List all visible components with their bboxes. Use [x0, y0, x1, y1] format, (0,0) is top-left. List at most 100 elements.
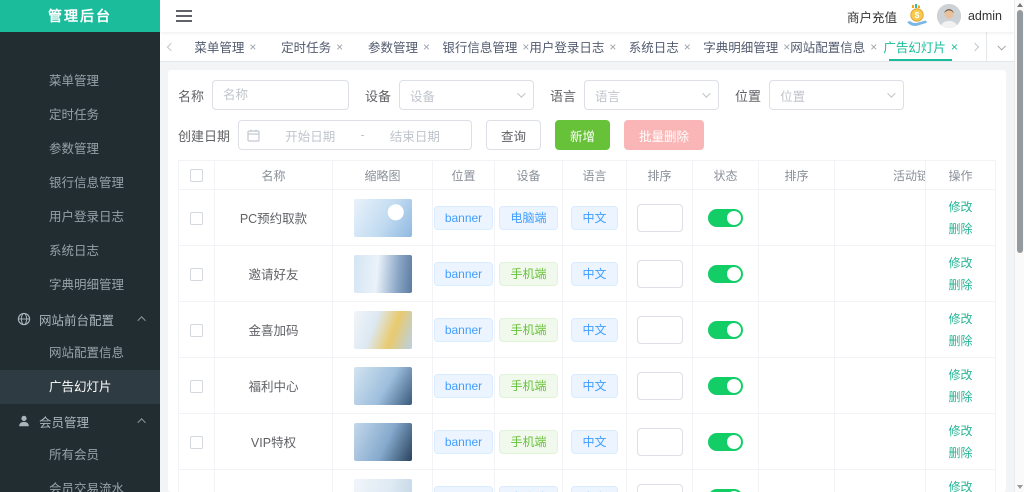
- sort-input[interactable]: [637, 260, 683, 288]
- header-sort2: 排序: [759, 161, 835, 190]
- sort-input[interactable]: [637, 484, 683, 492]
- cell-actions: 修改 删除: [926, 414, 996, 470]
- date-range-picker[interactable]: 开始日期 - 结束日期: [238, 120, 472, 150]
- language-badge: 中文: [571, 206, 617, 230]
- name-filter-input[interactable]: [212, 80, 349, 110]
- sidebar-item-scheduled-tasks[interactable]: 定时任务: [0, 98, 160, 132]
- tab-scheduled-tasks[interactable]: 定时任务×: [269, 32, 356, 61]
- close-tab-icon[interactable]: ×: [609, 40, 616, 54]
- cell-activity: [835, 190, 926, 246]
- row-checkbox[interactable]: [190, 268, 203, 281]
- sidebar-item-param-mgmt[interactable]: 参数管理: [0, 132, 160, 166]
- tabs-scroll-left-icon[interactable]: [160, 32, 182, 61]
- status-toggle[interactable]: [708, 489, 743, 492]
- tab-ad-slideshow[interactable]: 广告幻灯片×: [877, 32, 964, 61]
- page-scrollbar[interactable]: [1014, 0, 1024, 492]
- close-tab-icon[interactable]: ×: [783, 40, 790, 54]
- position-filter-select[interactable]: 位置: [769, 80, 904, 110]
- row-checkbox[interactable]: [190, 436, 203, 449]
- merchant-recharge-link[interactable]: 商户充值: [847, 7, 897, 26]
- delete-link[interactable]: 删除: [926, 274, 995, 296]
- thumbnail-image[interactable]: [354, 255, 412, 293]
- sidebar-group-site-config[interactable]: 网站前台配置: [0, 302, 160, 336]
- sort-input[interactable]: [637, 372, 683, 400]
- tabs-scroll-right-icon[interactable]: [964, 32, 986, 61]
- thumbnail-image[interactable]: [354, 199, 412, 237]
- avatar[interactable]: [937, 4, 961, 28]
- topbar: 商户充值 $ admin: [160, 0, 1014, 32]
- thumbnail-image[interactable]: [354, 423, 412, 461]
- recharge-coin-icon[interactable]: $: [904, 4, 930, 28]
- delete-link[interactable]: 删除: [926, 442, 995, 464]
- tab-dict-detail[interactable]: 字典明细管理×: [703, 32, 790, 61]
- thumbnail-image[interactable]: [354, 479, 412, 492]
- tab-site-config-info[interactable]: 网站配置信息×: [790, 32, 877, 61]
- username-label[interactable]: admin: [968, 9, 1002, 23]
- sort-input[interactable]: [637, 204, 683, 232]
- batch-delete-button[interactable]: 批量删除: [624, 120, 704, 150]
- status-toggle[interactable]: [708, 265, 743, 283]
- add-button[interactable]: 新增: [555, 120, 610, 150]
- tab-system-log[interactable]: 系统日志×: [616, 32, 703, 61]
- sidebar-item-bank-info[interactable]: 银行信息管理: [0, 166, 160, 200]
- sidebar-item-ad-slideshow[interactable]: 广告幻灯片: [0, 370, 160, 404]
- header-thumbnail: 缩略图: [333, 161, 433, 190]
- device-filter-select[interactable]: 设备: [399, 80, 534, 110]
- tab-menu-mgmt[interactable]: 菜单管理×: [182, 32, 269, 61]
- header-activity: 活动链接: [835, 161, 926, 190]
- thumbnail-image[interactable]: [354, 311, 412, 349]
- thumbnail-image[interactable]: [354, 367, 412, 405]
- edit-link[interactable]: 修改: [926, 196, 995, 218]
- close-tab-icon[interactable]: ×: [951, 40, 958, 54]
- header-status: 状态: [693, 161, 759, 190]
- cell-activity: [835, 414, 926, 470]
- scrollbar-up-arrow-icon[interactable]: [1017, 3, 1023, 7]
- delete-link[interactable]: 删除: [926, 386, 995, 408]
- sidebar-item-menu-mgmt[interactable]: 菜单管理: [0, 64, 160, 98]
- sidebar-item-all-members[interactable]: 所有会员: [0, 438, 160, 472]
- sidebar-group-member-mgmt[interactable]: 会员管理: [0, 404, 160, 438]
- status-toggle[interactable]: [708, 377, 743, 395]
- row-checkbox[interactable]: [190, 212, 203, 225]
- close-tab-icon[interactable]: ×: [336, 40, 343, 54]
- status-toggle[interactable]: [708, 433, 743, 451]
- edit-link[interactable]: 修改: [926, 364, 995, 386]
- name-filter-label: 名称: [178, 86, 204, 105]
- tab-login-log[interactable]: 用户登录日志×: [529, 32, 616, 61]
- cell-name: 福利中心: [215, 358, 333, 414]
- edit-link[interactable]: 修改: [926, 308, 995, 330]
- sidebar-item-system-log[interactable]: 系统日志: [0, 234, 160, 268]
- language-filter-select[interactable]: 语言: [584, 80, 719, 110]
- sort-input[interactable]: [637, 428, 683, 456]
- close-tab-icon[interactable]: ×: [423, 40, 430, 54]
- tabs-dropdown-icon[interactable]: [986, 32, 1014, 61]
- edit-link[interactable]: 修改: [926, 420, 995, 442]
- sidebar-item-member-transactions[interactable]: 会员交易流水: [0, 472, 160, 492]
- sidebar-item-dict-detail[interactable]: 字典明细管理: [0, 268, 160, 302]
- tab-param-mgmt[interactable]: 参数管理×: [356, 32, 443, 61]
- status-toggle[interactable]: [708, 209, 743, 227]
- hamburger-menu-icon[interactable]: [176, 15, 192, 17]
- close-tab-icon[interactable]: ×: [249, 40, 256, 54]
- globe-icon: [17, 312, 31, 326]
- scrollbar-thumb[interactable]: [1017, 10, 1023, 253]
- select-all-checkbox[interactable]: [190, 169, 203, 182]
- sidebar-item-site-config-info[interactable]: 网站配置信息: [0, 336, 160, 370]
- row-checkbox[interactable]: [190, 380, 203, 393]
- close-tab-icon[interactable]: ×: [522, 40, 529, 54]
- close-tab-icon[interactable]: ×: [684, 40, 691, 54]
- tab-bank-info[interactable]: 银行信息管理×: [442, 32, 529, 61]
- edit-link[interactable]: 修改: [926, 476, 995, 492]
- row-checkbox[interactable]: [190, 324, 203, 337]
- edit-link[interactable]: 修改: [926, 252, 995, 274]
- sidebar-item-login-log[interactable]: 用户登录日志: [0, 200, 160, 234]
- delete-link[interactable]: 删除: [926, 330, 995, 352]
- status-toggle[interactable]: [708, 321, 743, 339]
- delete-link[interactable]: 删除: [926, 218, 995, 240]
- sidebar-group-label: 会员管理: [39, 412, 89, 431]
- sort-input[interactable]: [637, 316, 683, 344]
- close-tab-icon[interactable]: ×: [870, 40, 877, 54]
- search-button[interactable]: 查询: [486, 120, 541, 150]
- scrollbar-down-arrow-icon[interactable]: [1017, 485, 1023, 489]
- date-start-placeholder: 开始日期: [262, 126, 358, 145]
